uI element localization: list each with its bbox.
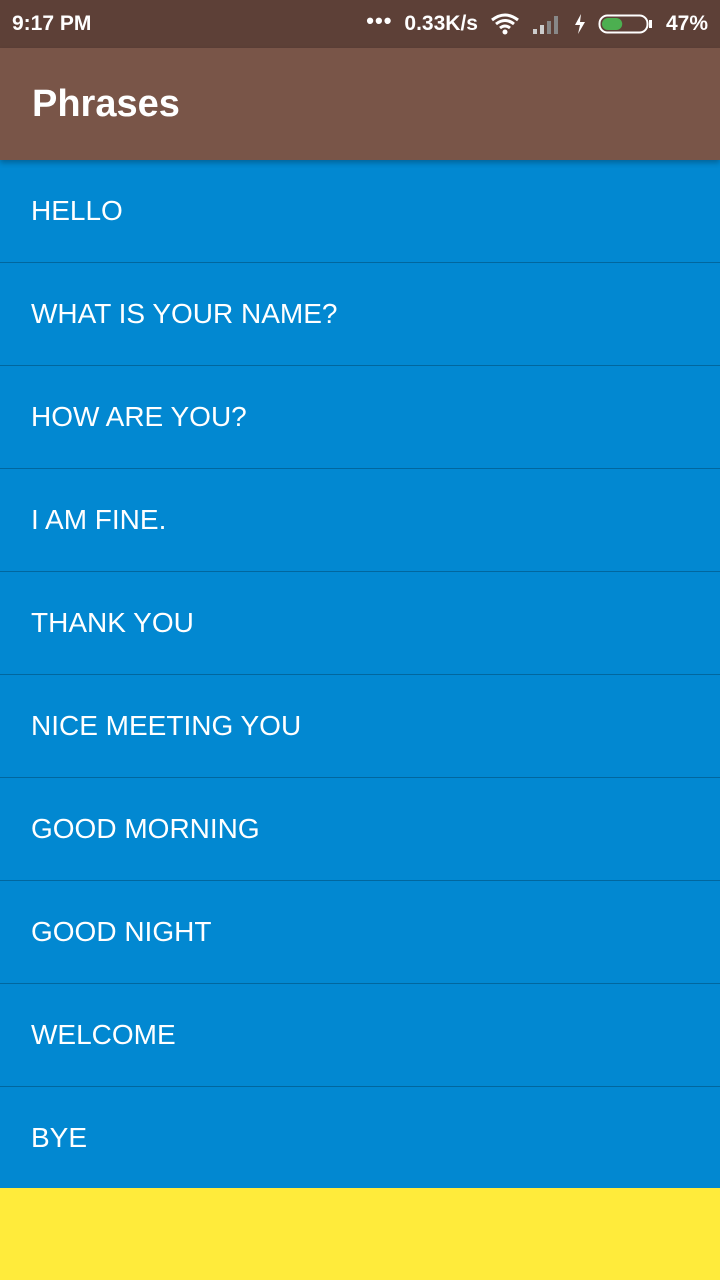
phrase-label: GOOD NIGHT (31, 916, 212, 947)
signal-icon (532, 13, 562, 35)
list-item[interactable]: WELCOME (0, 984, 720, 1087)
status-time: 9:17 PM (12, 12, 92, 35)
charging-icon (574, 13, 586, 35)
app-bar: Phrases (0, 48, 720, 160)
battery-fill (601, 18, 623, 30)
battery-percent: 47% (665, 12, 708, 35)
list-item[interactable]: I AM FINE. (0, 469, 720, 572)
list-item[interactable]: WHAT IS YOUR NAME? (0, 263, 720, 366)
phrase-label: HOW ARE YOU? (31, 401, 247, 432)
list-item[interactable]: GOOD NIGHT (0, 881, 720, 984)
status-icons: ••• 0.33K/s 47% (366, 8, 708, 36)
list-item[interactable]: GOOD MORNING (0, 778, 720, 881)
wifi-icon (490, 12, 520, 36)
phrase-label: WHAT IS YOUR NAME? (31, 298, 338, 329)
phrase-label: NICE MEETING YOU (31, 710, 302, 741)
status-bar: 9:17 PM ••• 0.33K/s 47% (0, 0, 720, 48)
list-item[interactable]: NICE MEETING YOU (0, 675, 720, 778)
list-item[interactable]: HELLO (0, 160, 720, 263)
list-item[interactable]: HOW ARE YOU? (0, 366, 720, 469)
list-item[interactable]: BYE (0, 1087, 720, 1189)
phrase-label: HELLO (31, 195, 123, 226)
page-title: Phrases (32, 82, 180, 125)
list-item[interactable]: THANK YOU (0, 572, 720, 675)
phrase-label: WELCOME (31, 1019, 176, 1050)
phrase-label: THANK YOU (31, 607, 194, 638)
phrase-label: BYE (31, 1122, 88, 1153)
footer-area (0, 1188, 720, 1280)
more-dots-icon: ••• (366, 8, 393, 33)
phrase-label: I AM FINE. (31, 504, 167, 535)
battery-icon (598, 13, 654, 35)
phrase-list: HELLO WHAT IS YOUR NAME? HOW ARE YOU? I … (0, 160, 720, 1188)
network-speed: 0.33K/s (404, 12, 478, 35)
phrase-label: GOOD MORNING (31, 813, 260, 844)
